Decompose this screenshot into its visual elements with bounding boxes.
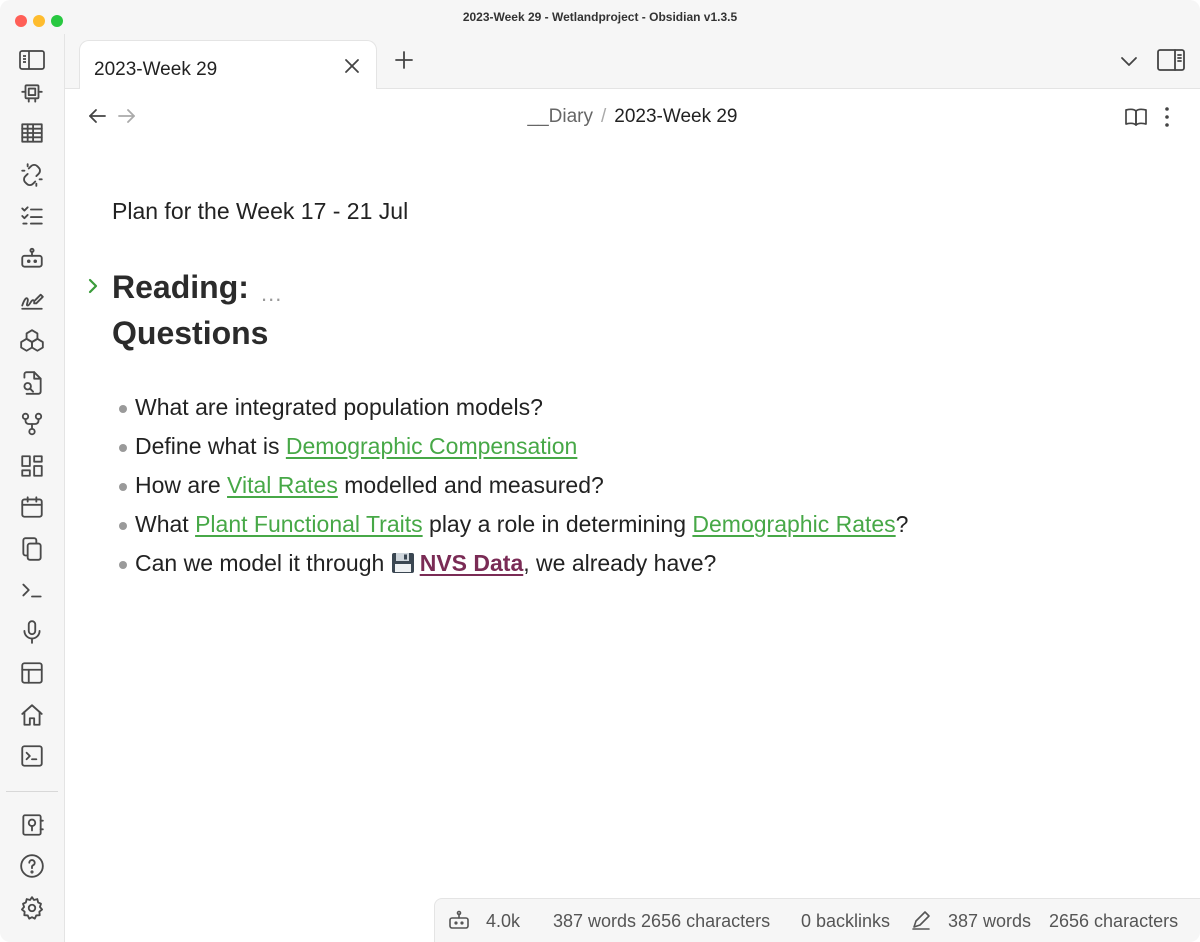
word-character-count: 387 words 2656 characters: [553, 911, 771, 931]
bullet: [119, 483, 127, 491]
list-item: Can we model it through NVS Data, we alr…: [115, 550, 1115, 589]
microphone-icon[interactable]: [16, 616, 48, 648]
bot-icon[interactable]: [448, 909, 470, 931]
question-text: What are integrated population models?: [135, 394, 543, 420]
home-icon[interactable]: [16, 699, 48, 731]
breadcrumb: __Diary / 2023-Week 29: [65, 106, 1200, 128]
question-text: How are: [135, 472, 228, 498]
heading-reading: Reading:: [112, 269, 249, 305]
heading-questions: Questions: [112, 315, 269, 351]
question-text: ?: [895, 511, 909, 537]
git-fork-icon[interactable]: [16, 408, 48, 440]
terminal-icon[interactable]: [16, 574, 48, 606]
terminal-square-icon[interactable]: [16, 740, 48, 772]
word-count: 387 words: [948, 911, 1032, 931]
character-count: 2656 characters: [1049, 911, 1179, 931]
bullet: [119, 522, 127, 530]
view-header: __Diary / 2023-Week 29: [65, 89, 1200, 144]
boxes-icon[interactable]: [16, 325, 48, 357]
question-text: What: [135, 511, 196, 537]
floppy-disk-icon: [391, 553, 414, 573]
signature-icon[interactable]: [16, 283, 48, 315]
question-text: Can we model it through: [135, 550, 391, 576]
broken-link-icon[interactable]: [16, 159, 48, 191]
table-icon[interactable]: [16, 117, 48, 149]
question-text: Define what is: [135, 433, 286, 459]
copy-icon[interactable]: [16, 533, 48, 565]
list-item: What are integrated population models?: [115, 394, 1115, 433]
question-text: play a role in determining: [422, 511, 693, 537]
link-nvs-data[interactable]: NVS Data: [420, 550, 524, 576]
list-item: How are Vital Rates modelled and measure…: [115, 472, 1115, 511]
questions-list: What are integrated population models? D…: [115, 394, 1115, 589]
settings-icon[interactable]: [16, 892, 48, 924]
list-item: Define what is Demographic Compensation: [115, 433, 1115, 472]
status-bar: 4.0k 387 words 2656 characters 0 backlin…: [434, 898, 1200, 942]
chevron-right-icon[interactable]: [84, 277, 102, 295]
bot-icon[interactable]: [16, 242, 48, 274]
link-demographic-compensation[interactable]: Demographic Compensation: [286, 433, 578, 459]
token-count: 4.0k: [486, 911, 521, 931]
bullet: [119, 405, 127, 413]
vault-icon[interactable]: [16, 809, 48, 841]
ribbon-divider: [6, 791, 58, 792]
breadcrumb-folder[interactable]: __Diary: [528, 106, 593, 127]
link-demographic-rates[interactable]: Demographic Rates: [692, 511, 895, 537]
tab-2023-week-29[interactable]: 2023-Week 29: [79, 40, 377, 90]
breadcrumb-file[interactable]: 2023-Week 29: [614, 106, 737, 127]
title-bar: 2023-Week 29 - Wetlandproject - Obsidian…: [0, 0, 1200, 34]
tab-bar: 2023-Week 29: [65, 34, 1200, 90]
note-content: Plan for the Week 17 - 21 Jul Reading: .…: [65, 144, 1200, 894]
backlinks-count[interactable]: 0 backlinks: [801, 911, 890, 932]
plus-icon[interactable]: [392, 48, 416, 72]
question-text: modelled and measured?: [337, 472, 604, 498]
folded-ellipsis[interactable]: ...: [261, 283, 282, 305]
chip-icon[interactable]: [16, 78, 48, 110]
breadcrumb-separator: /: [600, 106, 607, 127]
obsidian-window: 2023-Week 29 - Wetlandproject - Obsidian…: [0, 0, 1200, 942]
pencil-icon[interactable]: [910, 909, 932, 931]
window-title: 2023-Week 29 - Wetlandproject - Obsidian…: [462, 10, 738, 24]
bullet: [119, 444, 127, 452]
question-text: , we already have?: [523, 550, 717, 576]
file-search-icon[interactable]: [16, 367, 48, 399]
checklist-icon[interactable]: [16, 200, 48, 232]
chevron-down-icon[interactable]: [1117, 49, 1141, 73]
left-ribbon: [0, 34, 65, 942]
layout-dashboard-icon[interactable]: [16, 450, 48, 482]
link-plant-functional-traits[interactable]: Plant Functional Traits: [195, 511, 423, 537]
sidebar-right-icon[interactable]: [1156, 46, 1186, 74]
bullet: [119, 561, 127, 569]
layout-template-icon[interactable]: [16, 657, 48, 689]
plan-text: Plan for the Week 17 - 21 Jul: [112, 198, 409, 224]
more-options-icon[interactable]: [1159, 105, 1175, 129]
link-vital-rates[interactable]: Vital Rates: [227, 472, 338, 498]
help-icon[interactable]: [16, 850, 48, 882]
calendar-icon[interactable]: [16, 491, 48, 523]
sidebar-left-icon[interactable]: [17, 47, 47, 73]
close-icon[interactable]: [342, 56, 362, 76]
tab-title: 2023-Week 29: [94, 59, 218, 80]
list-item: What Plant Functional Traits play a role…: [115, 511, 1115, 550]
book-open-icon[interactable]: [1123, 105, 1149, 129]
